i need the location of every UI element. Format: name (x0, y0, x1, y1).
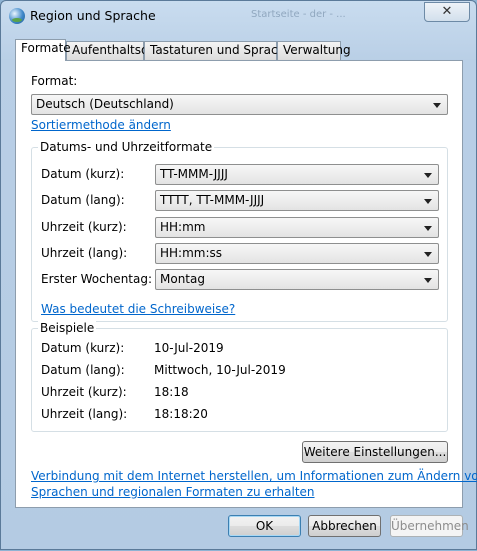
chevron-down-icon (424, 252, 432, 257)
cancel-button[interactable]: Abbrechen (308, 515, 381, 537)
chevron-down-icon (424, 226, 432, 231)
date-short-select[interactable]: TT-MMM-JJJJ (155, 164, 439, 185)
example-date-short-value: 10-Jul-2019 (154, 341, 224, 355)
tab-formate[interactable]: Formate (15, 39, 71, 61)
date-long-label: Datum (lang): (41, 193, 125, 207)
first-weekday-label: Erster Wochentag: (41, 272, 153, 286)
date-short-value: TT-MMM-JJJJ (160, 167, 228, 181)
blurred-background-text: Startseite - der - ... (251, 9, 346, 20)
region-dialog-window: Region und Sprache Startseite - der - ..… (0, 0, 477, 550)
formate-panel: Format: Deutsch (Deutschland) Sortiermet… (15, 60, 477, 508)
example-time-short-label: Uhrzeit (kurz): (41, 385, 127, 399)
close-button[interactable]: ✕ (424, 2, 470, 22)
format-label: Format: (31, 74, 78, 88)
time-short-label: Uhrzeit (kurz): (41, 220, 127, 234)
tab-verwaltung[interactable]: Verwaltung (277, 41, 351, 60)
time-long-value: HH:mm:ss (160, 246, 223, 260)
example-date-short-label: Datum (kurz): (41, 341, 125, 355)
date-long-select[interactable]: TTTT, TT-MMM-JJJJ (155, 190, 439, 211)
example-time-long-value: 18:18:20 (154, 407, 208, 421)
examples-group: Beispiele Datum (kurz): 10-Jul-2019 Datu… (31, 321, 448, 432)
format-select-value: Deutsch (Deutschland) (36, 97, 174, 111)
first-weekday-value: Montag (160, 272, 205, 286)
time-short-value: HH:mm (160, 220, 206, 234)
tab-tastaturen-und-sprachen[interactable]: Tastaturen und Sprachen (144, 41, 300, 60)
datetime-formats-group: Datums- und Uhrzeitformate Datum (kurz):… (31, 140, 448, 322)
more-settings-button[interactable]: Weitere Einstellungen... (302, 441, 448, 463)
apply-button[interactable]: Übernehmen (390, 515, 469, 537)
example-time-long-label: Uhrzeit (lang): (41, 407, 128, 421)
examples-title: Beispiele (38, 321, 97, 335)
globe-icon (9, 8, 25, 24)
dialog-footer: OK Abbrechen Übernehmen (1, 508, 476, 551)
ok-button[interactable]: OK (228, 515, 301, 537)
sort-method-link[interactable]: Sortiermethode ändern (31, 118, 171, 132)
first-weekday-select[interactable]: Montag (155, 269, 439, 290)
chevron-down-icon (433, 103, 441, 108)
internet-info-link-line2[interactable]: Sprachen und regionalen Formaten zu erha… (31, 485, 315, 499)
notation-help-link[interactable]: Was bedeutet die Schreibweise? (41, 302, 235, 316)
example-time-short-value: 18:18 (154, 385, 189, 399)
datetime-formats-title: Datums- und Uhrzeitformate (38, 140, 215, 154)
time-long-label: Uhrzeit (lang): (41, 246, 128, 260)
tab-aufenthaltsort[interactable]: Aufenthaltsort (66, 41, 158, 60)
time-short-select[interactable]: HH:mm (155, 217, 439, 238)
chevron-down-icon (424, 173, 432, 178)
close-icon: ✕ (441, 4, 453, 19)
chevron-down-icon (424, 278, 432, 283)
time-long-select[interactable]: HH:mm:ss (155, 243, 439, 264)
date-short-label: Datum (kurz): (41, 167, 125, 181)
title-bar[interactable]: Region und Sprache Startseite - der - ..… (1, 1, 476, 31)
date-long-value: TTTT, TT-MMM-JJJJ (160, 193, 265, 207)
chevron-down-icon (424, 199, 432, 204)
window-title: Region und Sprache (30, 8, 156, 23)
example-date-long-label: Datum (lang): (41, 363, 125, 377)
internet-info-link-line1[interactable]: Verbindung mit dem Internet herstellen, … (31, 469, 477, 483)
format-select[interactable]: Deutsch (Deutschland) (31, 94, 448, 115)
example-date-long-value: Mittwoch, 10-Jul-2019 (154, 363, 286, 377)
